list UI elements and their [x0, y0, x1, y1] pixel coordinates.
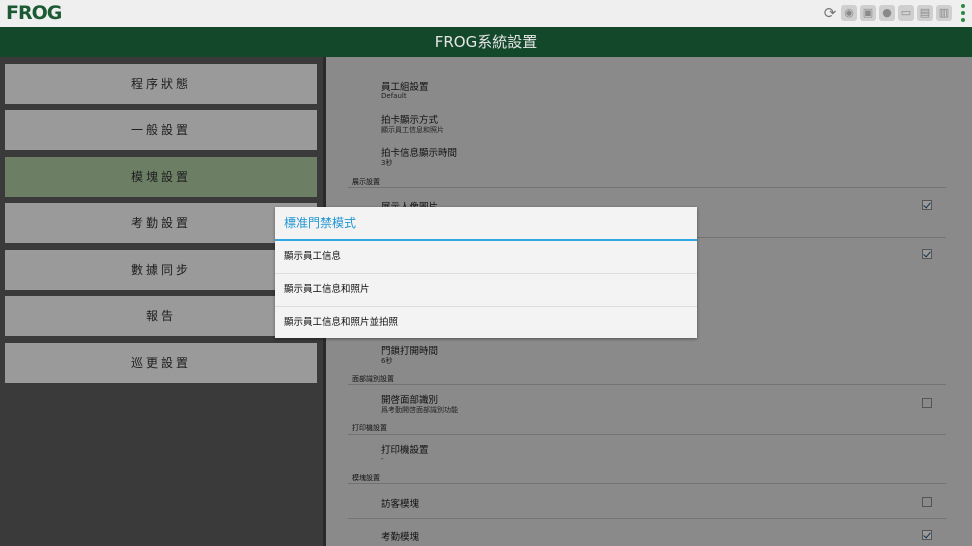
- dialog-option-show-info-photo-capture[interactable]: 顯示員工信息和照片並拍照: [275, 307, 697, 339]
- access-mode-dialog: 標准門禁模式 顯示員工信息 顯示員工信息和照片 顯示員工信息和照片並拍照: [275, 207, 697, 338]
- dialog-option-show-info[interactable]: 顯示員工信息: [275, 241, 697, 274]
- modal-overlay[interactable]: 標准門禁模式 顯示員工信息 顯示員工信息和照片 顯示員工信息和照片並拍照: [0, 0, 972, 546]
- dialog-title: 標准門禁模式: [275, 207, 697, 241]
- dialog-option-show-info-photo[interactable]: 顯示員工信息和照片: [275, 274, 697, 307]
